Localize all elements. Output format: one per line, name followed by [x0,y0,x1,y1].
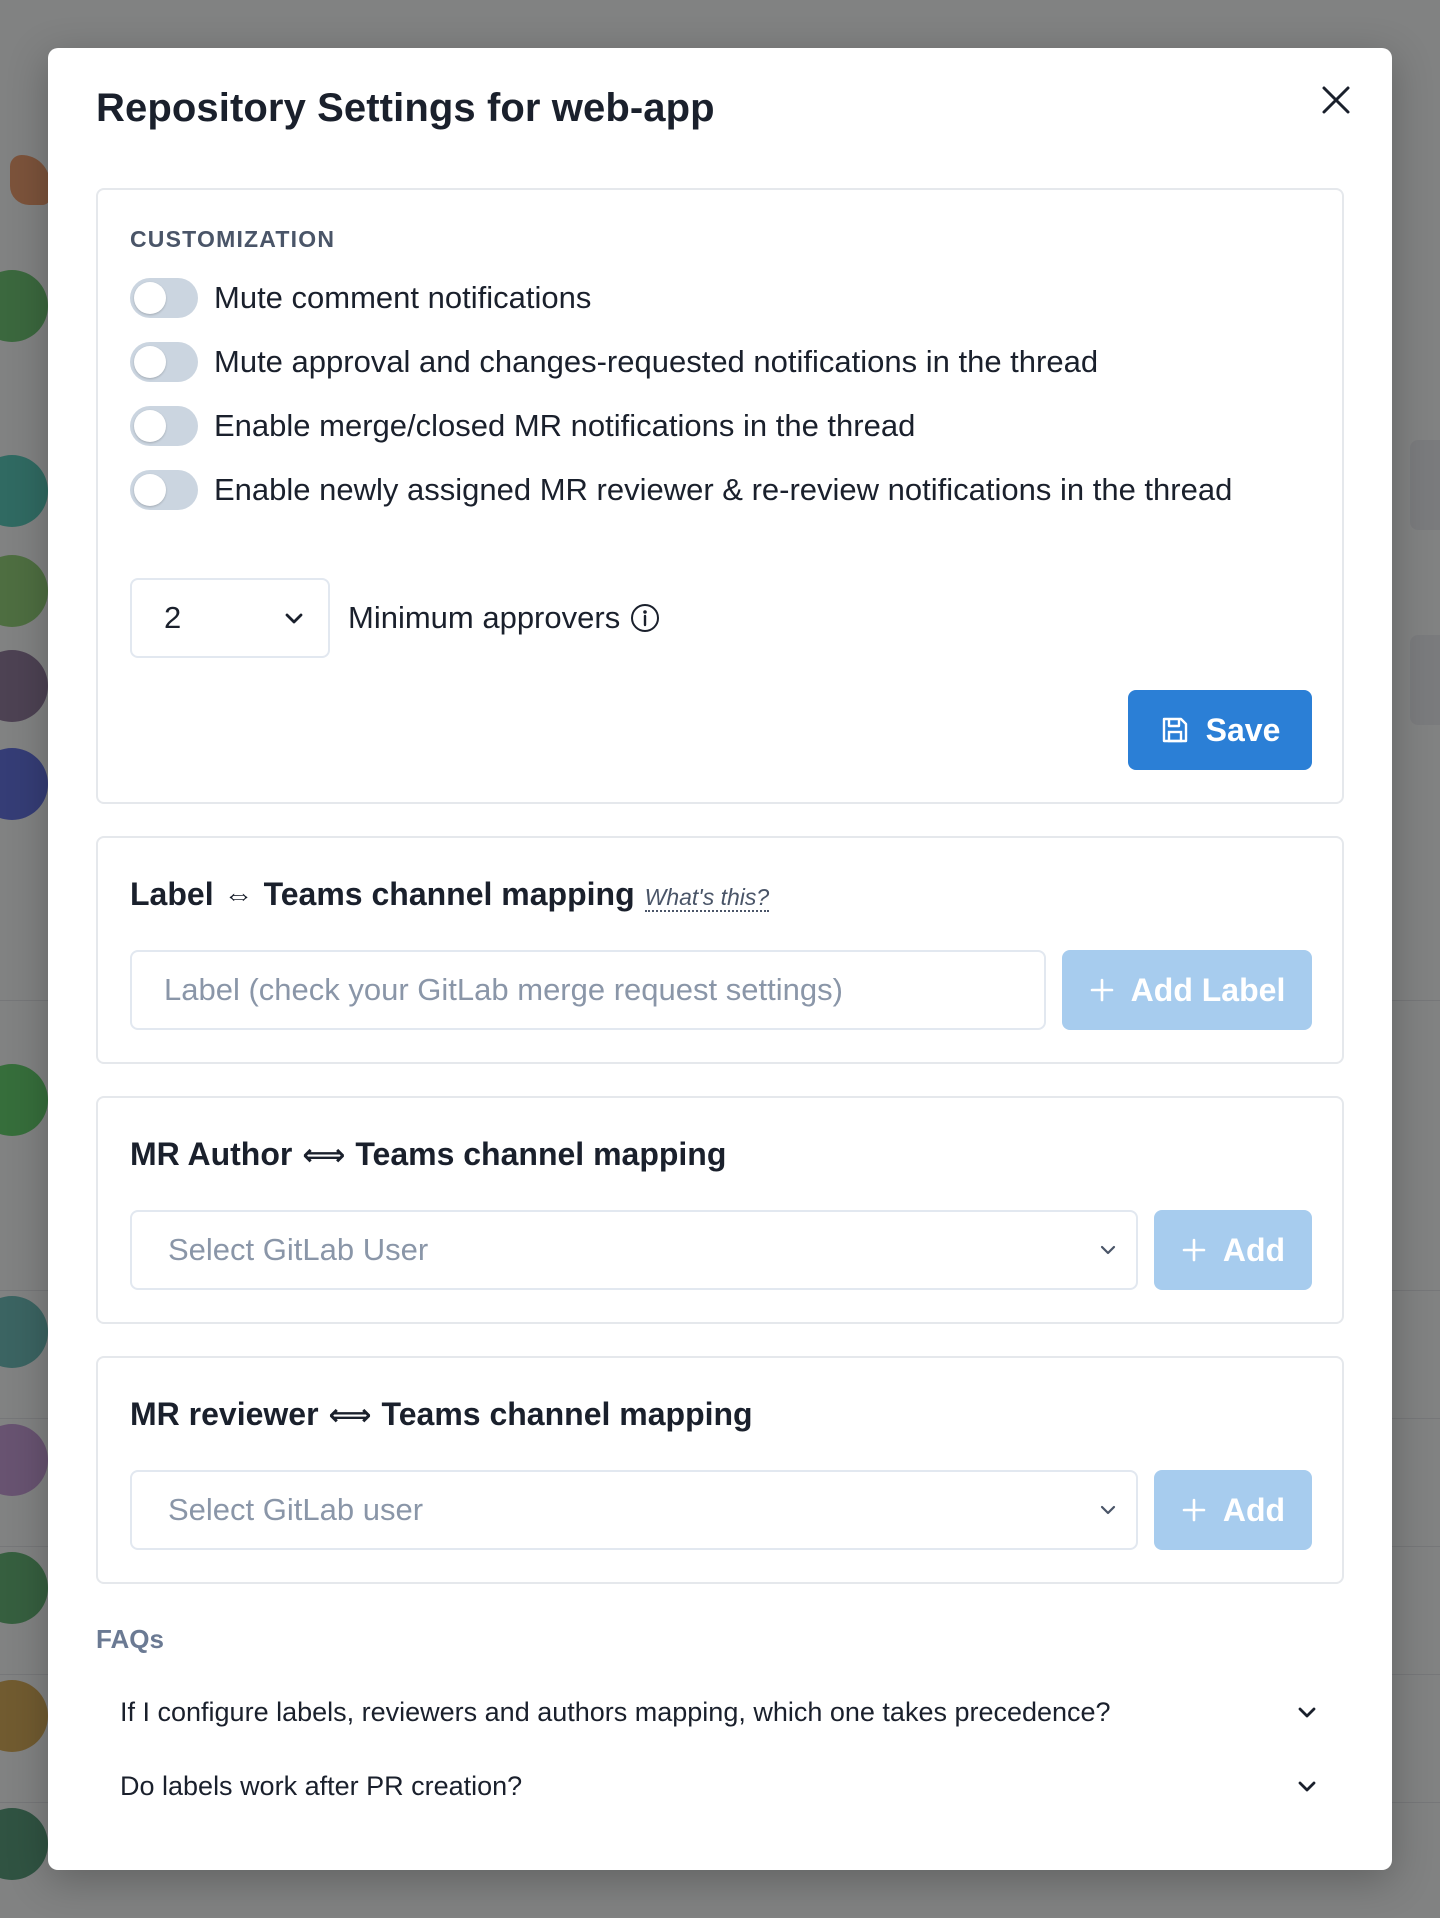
chevron-down-icon [1100,1505,1116,1515]
plus-icon [1182,1238,1206,1262]
section-label: CUSTOMIZATION [130,226,336,252]
faq-item[interactable]: If I configure labels, reviewers and aut… [96,1680,1344,1744]
toggle-row-merge-closed: Enable merge/closed MR notifications in … [130,402,915,450]
label-input[interactable] [130,950,1046,1030]
add-text: Add [1222,1491,1286,1528]
heading-right: Teams channel mapping [381,1396,753,1432]
heading-right: Teams channel mapping [355,1136,727,1172]
chevron-down-icon [285,613,303,624]
modal-title: Repository Settings for web-app [96,86,715,130]
toggle-row-mute-comments: Mute comment notifications [130,274,591,322]
add-label-button[interactable]: Add Label [1062,950,1312,1030]
faq-question: Do labels work after PR creation? [120,1770,523,1801]
heading-right: Teams channel mapping [263,876,635,912]
min-approvers-select[interactable]: 2 [130,578,330,658]
customization-card: CUSTOMIZATION Mute comment notifications… [96,188,1344,804]
chevron-down-icon [1298,1707,1316,1718]
select-placeholder: Select GitLab User [168,1232,429,1267]
toggle-label: Enable newly assigned MR reviewer & re-r… [214,472,1233,507]
merge-closed-toggle[interactable] [130,406,198,446]
repository-settings-modal: Repository Settings for web-app CUSTOMIZ… [48,48,1392,1870]
plus-icon [1090,978,1113,1002]
label-mapping-heading: Label ⇔ Teams channel mapping What's thi… [130,876,770,913]
mute-approval-toggle[interactable] [130,342,198,382]
heading-left: MR reviewer [130,1396,319,1432]
label-mapping-card: Label ⇔ Teams channel mapping What's thi… [96,836,1344,1064]
author-mapping-card: MR Author ⟺ Teams channel mapping Select… [96,1096,1344,1324]
heading-left: Label [130,876,214,912]
double-arrow-icon: ⇔ [223,879,254,912]
save-button[interactable]: Save [1128,690,1312,770]
close-icon [1322,86,1350,114]
chevron-down-icon [1298,1781,1316,1792]
add-text: Add [1222,1231,1286,1268]
save-label: Save [1205,711,1281,748]
add-label-text: Add Label [1130,971,1286,1008]
reviewer-assigned-toggle[interactable] [130,470,198,510]
min-approvers-label: Minimum approvers [348,600,621,635]
faq-question: If I configure labels, reviewers and aut… [120,1696,1111,1727]
close-button[interactable] [1314,78,1358,122]
select-placeholder: Select GitLab user [168,1492,424,1527]
reviewer-mapping-heading: MR reviewer ⟺ Teams channel mapping [130,1396,753,1433]
faq-item[interactable]: Do labels work after PR creation? [96,1754,1344,1818]
chevron-down-icon [1100,1245,1116,1255]
toggle-row-mute-approval: Mute approval and changes-requested noti… [130,338,1098,386]
plus-icon [1182,1498,1206,1522]
toggle-label: Mute approval and changes-requested noti… [214,344,1099,379]
toggle-row-reviewer-assigned: Enable newly assigned MR reviewer & re-r… [130,466,1254,514]
min-approvers-label-group: Minimum approvers [348,578,660,658]
min-approvers-value: 2 [164,600,182,635]
save-icon [1162,717,1187,743]
double-arrow-icon: ⟺ [302,1139,346,1172]
double-arrow-icon: ⟺ [328,1399,372,1432]
add-reviewer-button[interactable]: Add [1154,1470,1312,1550]
author-mapping-heading: MR Author ⟺ Teams channel mapping [130,1136,726,1173]
faqs-title: FAQs [96,1624,164,1654]
mute-comment-toggle[interactable] [130,278,198,318]
toggle-label: Mute comment notifications [214,280,592,315]
author-user-select[interactable]: Select GitLab User [130,1210,1138,1290]
add-author-button[interactable]: Add [1154,1210,1312,1290]
info-icon[interactable] [630,603,660,633]
toggle-label: Enable merge/closed MR notifications in … [214,408,916,443]
reviewer-user-select[interactable]: Select GitLab user [130,1470,1138,1550]
whats-this-link[interactable]: What's this? [644,884,770,912]
heading-left: MR Author [130,1136,293,1172]
reviewer-mapping-card: MR reviewer ⟺ Teams channel mapping Sele… [96,1356,1344,1584]
